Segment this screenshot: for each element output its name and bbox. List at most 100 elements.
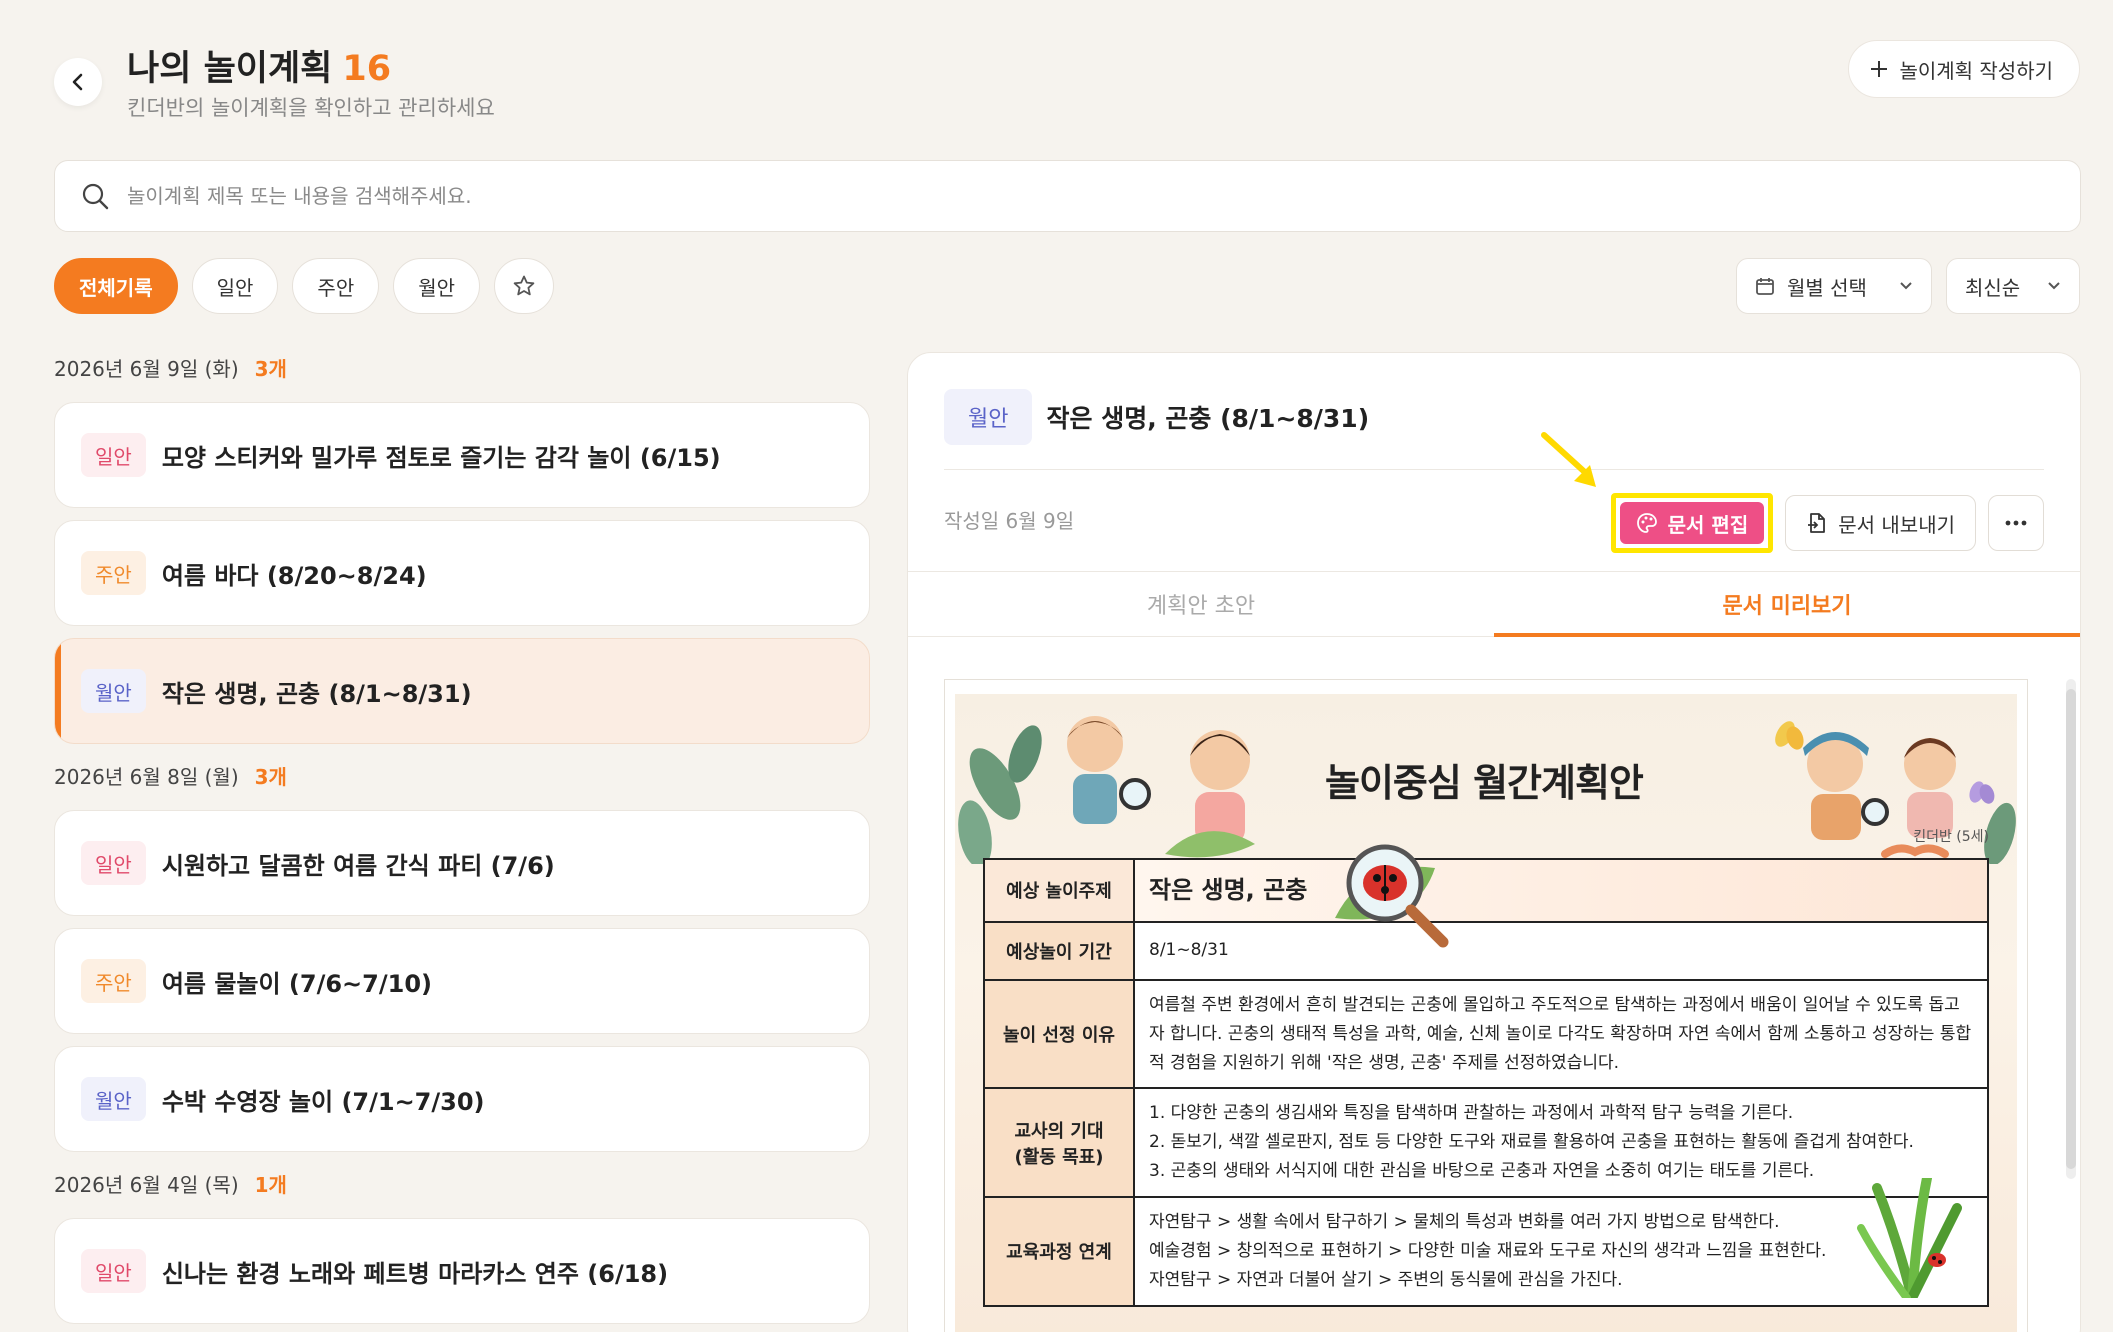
date-group: 2026년 6월 9일 (화) 3개 일안 모양 스티커와 밀가루 점토로 즐기는 … <box>54 350 870 744</box>
chevron-down-icon <box>1900 282 1912 290</box>
tab-preview[interactable]: 문서 미리보기 <box>1494 572 2080 637</box>
date-group: 2026년 6월 8일 (월) 3개 일안 시원하고 달콤한 여름 간식 파티 (7… <box>54 758 870 1152</box>
plan-title: 모양 스티커와 밀가루 점토로 즐기는 감각 놀이 (6/15) <box>161 443 721 472</box>
back-button[interactable] <box>54 58 102 106</box>
plan-count: 16 <box>342 49 392 89</box>
row-label-line: 교사의 기대 <box>1014 1120 1104 1142</box>
row-value: 여름철 주변 환경에서 흔히 발견되는 곤충에 몰입하고 주도적으로 탐색하는 … <box>1133 978 1989 1090</box>
document-row: 교육과정 연계 자연탐구 > 생활 속에서 탐구하기 > 물체의 특성과 변화를… <box>983 1178 1989 1307</box>
document-preview: 놀이중심 월간계획안 킨더반 (5세) 예상 놀이주제 작은 생명, 곤충 예상… <box>944 679 2028 1332</box>
row-value-line: 예술경험 > 창의적으로 표현하기 > 다양한 미술 재료와 도구로 자신의 생… <box>1149 1241 1827 1262</box>
document-row: 예상놀이 기간 8/1~8/31 <box>983 920 1989 981</box>
row-value-line: 3. 곤충의 생태와 서식지에 대한 관심을 바탕으로 곤충과 자연을 소중히 … <box>1149 1161 1815 1182</box>
page-title: 나의 놀이계획 16 <box>127 40 391 91</box>
plan-title: 수박 수영장 놀이 (7/1~7/30) <box>161 1087 485 1116</box>
document-class-label: 킨더반 (5세) <box>1913 829 1989 845</box>
date-header: 2026년 6월 8일 (월) 3개 <box>54 758 870 792</box>
row-value: 8/1~8/31 <box>1133 920 1989 981</box>
row-value-line: 1. 다양한 곤충의 생김새와 특징을 탐색하며 관찰하는 과정에서 과학적 탐… <box>1149 1103 1794 1124</box>
filter-favorites[interactable] <box>494 258 555 314</box>
plan-type-badge: 일안 <box>81 841 146 885</box>
calendar-icon <box>1756 278 1774 295</box>
row-value: 작은 생명, 곤충 <box>1133 844 1989 948</box>
month-select[interactable]: 월별 선택 <box>1736 258 1932 314</box>
plan-card[interactable]: 일안 모양 스티커와 밀가루 점토로 즐기는 감각 놀이 (6/15) <box>54 402 870 508</box>
plan-list: 2026년 6월 9일 (화) 3개 일안 모양 스티커와 밀가루 점토로 즐기는 … <box>54 350 870 1332</box>
ladybug-magnifier-icon <box>1335 844 1449 948</box>
document-row: 교사의 기대 (활동 목표) 1. 다양한 곤충의 생김새와 특징을 탐색하며 관… <box>983 1087 1989 1199</box>
date-label: 2026년 6월 9일 (화) <box>54 356 239 381</box>
more-dots-icon <box>2005 520 2027 526</box>
plan-card[interactable]: 일안 시원하고 달콤한 여름 간식 파티 (7/6) <box>54 810 870 916</box>
arrow-pointer-icon <box>1541 432 1596 487</box>
tab-draft[interactable]: 계획안 초안 <box>908 572 1494 636</box>
document-page: 놀이중심 월간계획안 킨더반 (5세) 예상 놀이주제 작은 생명, 곤충 예상… <box>955 694 2017 1332</box>
row-value-line: 자연탐구 > 자연과 더불어 살기 > 주변의 동식물에 관심을 가진다. <box>1149 1269 1623 1290</box>
edit-highlight: 문서 편집 <box>1610 493 1774 553</box>
date-header: 2026년 6월 9일 (화) 3개 <box>54 350 870 384</box>
search-icon <box>82 183 109 210</box>
plan-type-badge: 월안 <box>81 1077 146 1121</box>
page-subtitle: 킨더반의 놀이계획을 확인하고 관리하세요 <box>127 96 495 120</box>
plan-title: 시원하고 달콤한 여름 간식 파티 (7/6) <box>161 851 555 880</box>
filter-daily[interactable]: 일안 <box>191 258 279 314</box>
row-value-line: 2. 돋보기, 색깔 셀로판지, 점토 등 다양한 도구와 재료를 활용하여 곤… <box>1149 1132 1914 1153</box>
detail-panel: 월안 작은 생명, 곤충 (8/1~8/31) 작성일 6월 9일 문서 편집 … <box>907 352 2081 1332</box>
plan-card[interactable]: 월안 수박 수영장 놀이 (7/1~7/30) <box>54 1046 870 1152</box>
plan-type-badge: 일안 <box>81 1249 146 1293</box>
edit-document-button[interactable]: 문서 편집 <box>1619 502 1765 544</box>
chevron-left-icon <box>72 73 83 91</box>
divider <box>944 469 2044 470</box>
row-label: 교사의 기대 (활동 목표) <box>983 1087 1135 1199</box>
export-file-icon <box>1808 513 1826 533</box>
date-header: 2026년 6월 4일 (목) 1개 <box>54 1166 870 1200</box>
created-date: 작성일 6월 9일 <box>944 509 1075 533</box>
document-title: 놀이중심 월간계획안 <box>1325 761 1644 805</box>
create-plan-button[interactable]: 놀이계획 작성하기 <box>1848 40 2080 98</box>
date-count: 3개 <box>254 764 287 789</box>
detail-actions: 문서 편집 문서 내보내기 <box>1610 493 2044 553</box>
row-label: 교육과정 연계 <box>983 1196 1135 1307</box>
export-document-label: 문서 내보내기 <box>1838 512 1955 537</box>
document-row: 놀이 선정 이유 여름철 주변 환경에서 흔히 발견되는 곤충에 몰입하고 주도… <box>983 978 1989 1090</box>
filter-chips: 전체기록 일안 주안 월안 <box>54 258 555 314</box>
plan-type-badge: 일안 <box>81 433 146 477</box>
more-options-button[interactable] <box>1988 495 2044 551</box>
sort-select[interactable]: 최신순 <box>1946 258 2080 314</box>
date-count: 3개 <box>254 356 287 381</box>
chevron-down-icon <box>2048 282 2060 290</box>
star-icon <box>513 275 535 296</box>
plan-card[interactable]: 일안 신나는 환경 노래와 페트병 마라카스 연주 (6/18) <box>54 1218 870 1324</box>
plan-card-selected[interactable]: 월안 작은 생명, 곤충 (8/1~8/31) <box>54 638 870 744</box>
edit-document-label: 문서 편집 <box>1667 512 1749 537</box>
row-value-line: 자연탐구 > 생활 속에서 탐구하기 > 물체의 특성과 변화를 여러 가지 방… <box>1149 1212 1780 1233</box>
search-input[interactable] <box>127 184 2080 208</box>
plan-card[interactable]: 주안 여름 물놀이 (7/6~7/10) <box>54 928 870 1034</box>
plan-type-badge: 월안 <box>81 669 146 713</box>
row-value: 자연탐구 > 생활 속에서 탐구하기 > 물체의 특성과 변화를 여러 가지 방… <box>1133 1178 1989 1307</box>
detail-tabs: 계획안 초안 문서 미리보기 <box>908 571 2080 637</box>
plan-title: 여름 바다 (8/20~8/24) <box>161 561 427 590</box>
palette-icon <box>1636 513 1657 533</box>
grass-ladybug-icon <box>1857 1178 1962 1299</box>
sort-area: 월별 선택 최신순 <box>1736 258 2080 314</box>
plan-type-badge: 주안 <box>81 551 146 595</box>
plan-title: 신나는 환경 노래와 페트병 마라카스 연주 (6/18) <box>161 1259 669 1288</box>
export-document-button[interactable]: 문서 내보내기 <box>1785 495 1976 551</box>
month-select-label: 월별 선택 <box>1787 275 1867 300</box>
filter-weekly[interactable]: 주안 <box>292 258 380 314</box>
filter-monthly[interactable]: 월안 <box>393 258 481 314</box>
row-label: 예상놀이 기간 <box>983 920 1135 981</box>
document-row: 예상 놀이주제 작은 생명, 곤충 <box>983 844 1989 948</box>
row-label: 예상 놀이주제 <box>983 858 1135 923</box>
sort-select-label: 최신순 <box>1965 275 2021 300</box>
preview-scrollbar[interactable] <box>2066 679 2076 1179</box>
create-plan-label: 놀이계획 작성하기 <box>1899 58 2053 83</box>
plan-card[interactable]: 주안 여름 바다 (8/20~8/24) <box>54 520 870 626</box>
document-table: 예상 놀이주제 작은 생명, 곤충 예상놀이 기간 8/1~8/31 놀이 선정… <box>983 844 1989 1307</box>
plan-title: 작은 생명, 곤충 (8/1~8/31) <box>161 679 472 708</box>
filter-all[interactable]: 전체기록 <box>54 258 178 314</box>
plan-title: 여름 물놀이 (7/6~7/10) <box>161 969 432 998</box>
plan-type-badge: 주안 <box>81 959 146 1003</box>
scrollbar-thumb[interactable] <box>2066 689 2076 1169</box>
